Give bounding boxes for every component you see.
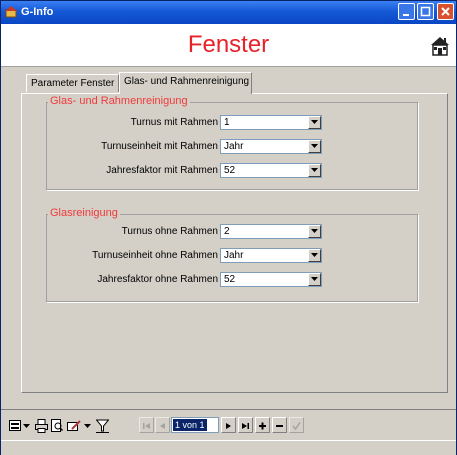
field-label: Turnuseinheit ohne Rahmen <box>92 250 218 261</box>
tab-parameter-fenster[interactable]: Parameter Fenster <box>26 74 119 92</box>
combo-value: Jahr <box>224 250 244 261</box>
field-label: Turnuseinheit mit Rahmen <box>101 141 218 152</box>
save-record-button[interactable] <box>289 417 304 433</box>
turnus-ohne-rahmen-combo[interactable]: 2 <box>220 224 322 239</box>
dropdown-arrow-icon[interactable] <box>308 116 321 129</box>
minimize-button[interactable] <box>398 3 415 20</box>
field-turnuseinheit-ohne-rahmen: Turnuseinheit ohne Rahmen Jahr <box>47 248 419 265</box>
combo-value: 2 <box>224 226 230 237</box>
record-counter-text: 1 von 1 <box>173 419 207 431</box>
app-icon <box>5 6 17 18</box>
field-jahresfaktor-ohne-rahmen: Jahresfaktor ohne Rahmen 52 <box>47 272 419 289</box>
tab-label: Glas- und Rahmenreinigung <box>124 76 250 87</box>
dropdown-arrow-icon[interactable] <box>308 273 321 286</box>
next-record-button[interactable] <box>221 417 236 433</box>
first-record-button[interactable] <box>139 417 154 433</box>
combo-value: Jahr <box>224 141 244 152</box>
field-label: Jahresfaktor mit Rahmen <box>106 165 218 176</box>
delete-record-button[interactable] <box>272 417 287 433</box>
previous-record-button[interactable] <box>155 417 170 433</box>
field-label: Turnus ohne Rahmen <box>121 226 218 237</box>
dropdown-arrow-icon[interactable] <box>308 164 321 177</box>
app-window: G-Info Fenster Parameter Fenster Glas- u… <box>0 0 457 455</box>
turnuseinheit-ohne-rahmen-combo[interactable]: Jahr <box>220 248 322 263</box>
window-title: G-Info <box>21 6 54 18</box>
combo-value: 52 <box>224 274 236 285</box>
group-legend: Glasreinigung <box>48 207 120 219</box>
form-title: Fenster <box>187 31 270 58</box>
field-jahresfaktor-mit-rahmen: Jahresfaktor mit Rahmen 52 <box>47 163 419 180</box>
field-label: Turnus mit Rahmen <box>130 117 218 128</box>
view-dropdown-icon[interactable] <box>23 418 30 433</box>
field-turnus-mit-rahmen: Turnus mit Rahmen 1 <box>47 115 419 132</box>
record-navigation-bar: 1 von 1 <box>1 409 456 440</box>
form-body: Parameter Fenster Glas- und Rahmenreinig… <box>1 66 456 410</box>
tab-glas-und-rahmenreinigung[interactable]: Glas- und Rahmenreinigung <box>119 72 252 94</box>
filter-icon[interactable] <box>96 418 109 433</box>
edit-record-icon[interactable] <box>67 418 82 433</box>
jahresfaktor-mit-rahmen-combo[interactable]: 52 <box>220 163 322 178</box>
last-record-button[interactable] <box>238 417 253 433</box>
maximize-button[interactable] <box>417 3 434 20</box>
field-turnuseinheit-mit-rahmen: Turnuseinheit mit Rahmen Jahr <box>47 139 419 156</box>
group-legend: Glas- und Rahmenreinigung <box>48 95 190 107</box>
print-icon[interactable] <box>35 418 48 433</box>
title-bar[interactable]: G-Info <box>1 1 456 24</box>
turnuseinheit-mit-rahmen-combo[interactable]: Jahr <box>220 139 322 154</box>
field-label: Jahresfaktor ohne Rahmen <box>97 274 218 285</box>
form-view-icon[interactable] <box>9 418 21 433</box>
dropdown-arrow-icon[interactable] <box>308 225 321 238</box>
jahresfaktor-ohne-rahmen-combo[interactable]: 52 <box>220 272 322 287</box>
form-header: Fenster <box>1 24 456 66</box>
close-button[interactable] <box>437 3 454 20</box>
new-record-button[interactable] <box>255 417 270 433</box>
dropdown-arrow-icon[interactable] <box>308 140 321 153</box>
edit-dropdown-icon[interactable] <box>84 418 91 433</box>
tab-label: Parameter Fenster <box>31 78 115 89</box>
record-counter-field[interactable]: 1 von 1 <box>171 417 219 433</box>
field-turnus-ohne-rahmen: Turnus ohne Rahmen 2 <box>47 224 419 241</box>
group-glasreinigung: Glasreinigung Turnus ohne Rahmen 2 Turnu… <box>46 207 419 302</box>
group-glas-und-rahmenreinigung: Glas- und Rahmenreinigung Turnus mit Rah… <box>46 95 419 190</box>
tab-panel: Glas- und Rahmenreinigung Turnus mit Rah… <box>21 93 448 393</box>
print-preview-icon[interactable] <box>51 418 63 433</box>
turnus-mit-rahmen-combo[interactable]: 1 <box>220 115 322 130</box>
combo-value: 1 <box>224 117 230 128</box>
status-bar <box>1 440 456 455</box>
dropdown-arrow-icon[interactable] <box>308 249 321 262</box>
combo-value: 52 <box>224 165 236 176</box>
house-icon <box>431 37 449 56</box>
